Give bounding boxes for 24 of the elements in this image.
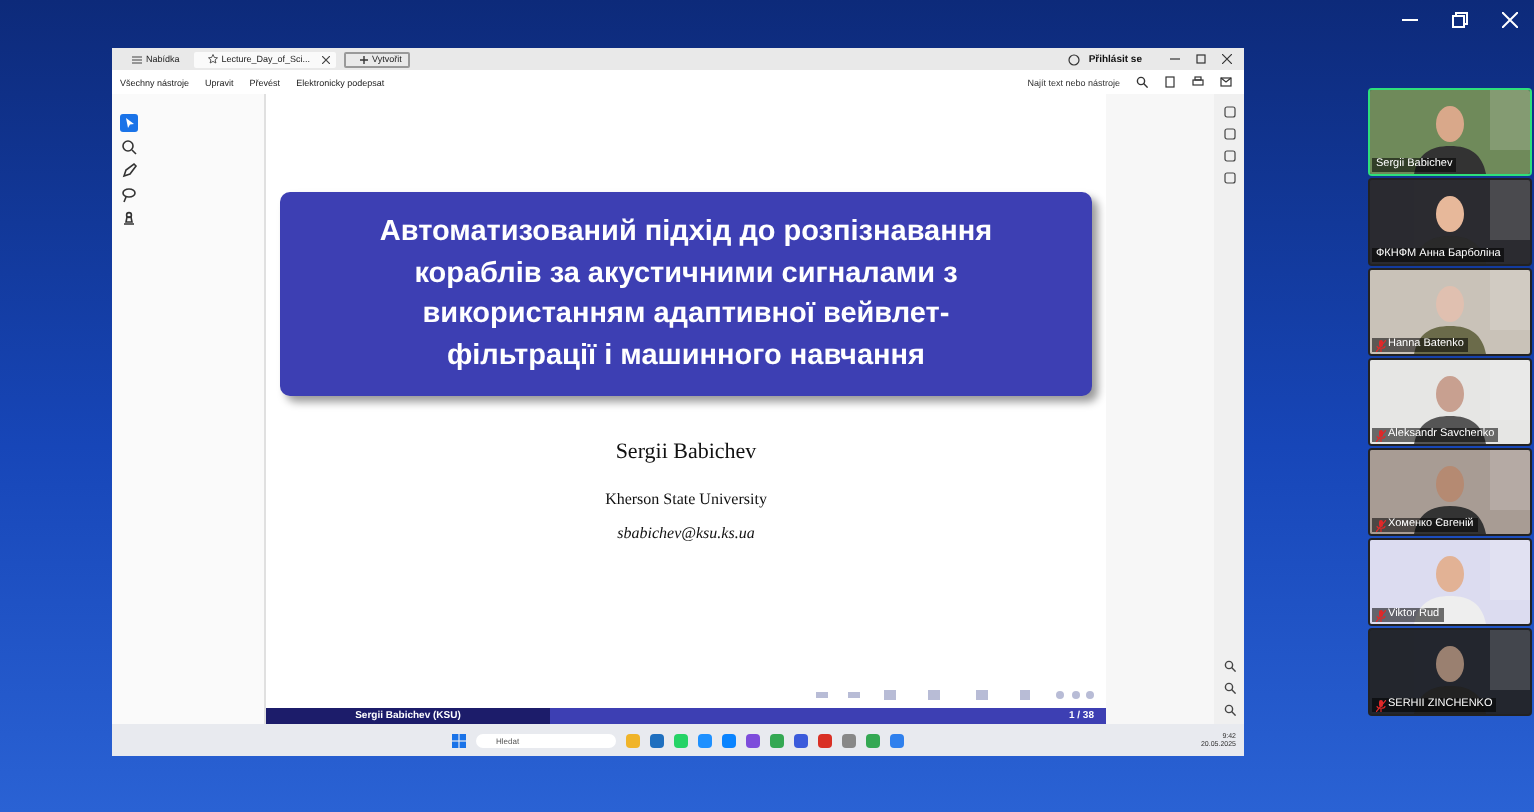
restore-icon[interactable] [1452, 12, 1468, 28]
zoom-icon[interactable] [1223, 704, 1235, 716]
maximize-icon[interactable] [1196, 54, 1206, 64]
slide-title: Автоматизований підхід до розпізнавання кораблів за акустичними сигналами з використанням адаптивної вейвлет-фільтрації і машинного навчання [280, 192, 1092, 397]
plus-icon [360, 55, 369, 63]
author-name: Sergii Babichev [615, 440, 757, 465]
start-icon[interactable] [452, 733, 466, 747]
pen-icon[interactable] [120, 162, 138, 180]
affiliation: Kherson State University [605, 490, 767, 509]
close-icon[interactable] [1222, 54, 1232, 64]
zoom-icon[interactable] [1223, 682, 1235, 694]
star-icon [207, 54, 218, 64]
document-icon[interactable] [1164, 76, 1176, 88]
zoom-icon[interactable] [1223, 660, 1235, 672]
close-icon[interactable] [322, 55, 331, 63]
lasso-icon[interactable] [120, 186, 138, 204]
menu-icon [132, 55, 142, 63]
email-address: sbabichev@ksu.ks.ua [617, 524, 755, 543]
printer-icon[interactable] [1192, 76, 1204, 88]
search-icon[interactable] [1136, 76, 1148, 88]
cursor-icon[interactable] [120, 114, 138, 132]
mail-icon[interactable] [1220, 76, 1232, 88]
zoom-icon[interactable] [120, 138, 138, 156]
stamp-icon[interactable] [120, 210, 138, 228]
